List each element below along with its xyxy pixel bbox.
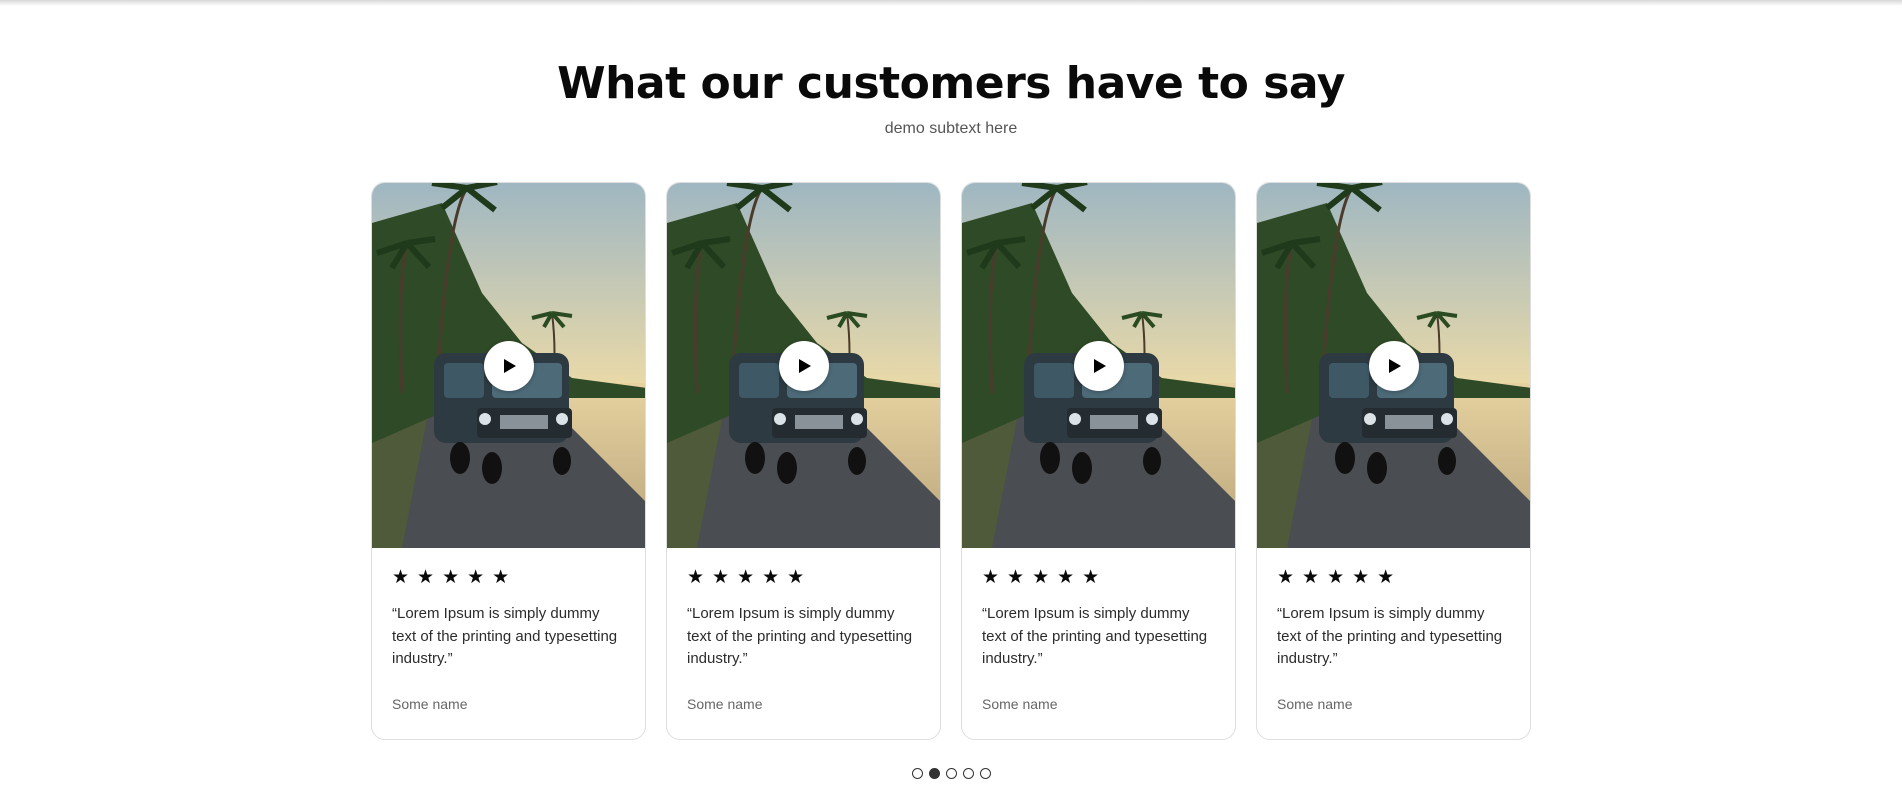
testimonial-quote: “Lorem Ipsum is simply dummy text of the…: [687, 605, 913, 667]
play-button[interactable]: [1369, 341, 1419, 391]
play-button[interactable]: [779, 341, 829, 391]
video-thumbnail[interactable]: [1257, 183, 1530, 548]
carousel-pagination: [0, 768, 1902, 779]
play-icon: [1094, 359, 1106, 373]
testimonial-quote: “Lorem Ipsum is simply dummy text of the…: [982, 605, 1208, 667]
play-button[interactable]: [484, 341, 534, 391]
testimonial-author: Some name: [392, 696, 468, 712]
header-shadow: [0, 0, 1902, 6]
play-icon: [504, 359, 516, 373]
pagination-dot[interactable]: [979, 768, 991, 779]
play-icon: [799, 359, 811, 373]
testimonial-quote: “Lorem Ipsum is simply dummy text of the…: [1277, 605, 1503, 667]
star-rating: ★★★★★: [687, 567, 813, 588]
star-rating: ★★★★★: [1277, 567, 1403, 588]
pagination-dot[interactable]: [911, 768, 923, 779]
testimonial-card: ★★★★★ “Lorem Ipsum is simply dummy text …: [961, 182, 1236, 740]
section-title: What our customers have to say: [557, 58, 1345, 109]
video-thumbnail[interactable]: [372, 183, 645, 548]
star-rating: ★★★★★: [982, 567, 1108, 588]
play-button[interactable]: [1074, 341, 1124, 391]
pagination-dot[interactable]: [945, 768, 957, 779]
testimonial-card: ★★★★★ “Lorem Ipsum is simply dummy text …: [666, 182, 941, 740]
pagination-dot[interactable]: [962, 768, 974, 779]
testimonial-quote: “Lorem Ipsum is simply dummy text of the…: [392, 605, 618, 667]
star-rating: ★★★★★: [392, 567, 518, 588]
video-thumbnail[interactable]: [962, 183, 1235, 548]
section-subtitle: demo subtext here: [884, 120, 1018, 137]
testimonial-card: ★★★★★ “Lorem Ipsum is simply dummy text …: [371, 182, 646, 740]
testimonial-carousel: ★★★★★ “Lorem Ipsum is simply dummy text …: [371, 182, 1531, 740]
play-icon: [1389, 359, 1401, 373]
video-thumbnail[interactable]: [667, 183, 940, 548]
testimonial-author: Some name: [687, 696, 763, 712]
testimonial-card: ★★★★★ “Lorem Ipsum is simply dummy text …: [1256, 182, 1531, 740]
testimonials-section: What our customers have to say demo subt…: [0, 0, 1902, 805]
testimonial-author: Some name: [1277, 696, 1353, 712]
testimonial-author: Some name: [982, 696, 1058, 712]
pagination-dot-active[interactable]: [928, 768, 940, 779]
